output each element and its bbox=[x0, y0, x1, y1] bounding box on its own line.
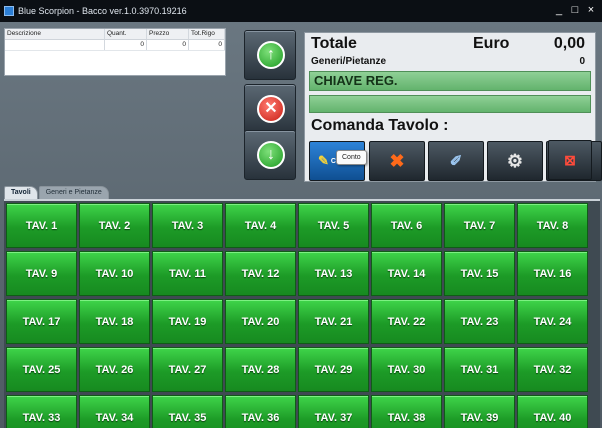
close-button[interactable]: × bbox=[584, 3, 598, 17]
table-button[interactable]: TAV. 18 bbox=[79, 299, 150, 344]
table-button[interactable]: TAV. 32 bbox=[517, 347, 588, 392]
gear-icon: ⚙ bbox=[506, 150, 524, 171]
table-button[interactable]: TAV. 9 bbox=[6, 251, 77, 296]
table-button[interactable]: TAV. 39 bbox=[444, 395, 515, 428]
tab-bar: Tavoli Generi e Pietanze bbox=[4, 186, 110, 200]
settings-button[interactable]: ⚙ bbox=[487, 141, 543, 181]
table-button[interactable]: TAV. 25 bbox=[6, 347, 77, 392]
tools-button[interactable]: ✐ bbox=[428, 141, 484, 181]
table-button[interactable]: TAV. 16 bbox=[517, 251, 588, 296]
table-button[interactable]: TAV. 12 bbox=[225, 251, 296, 296]
arrow-down-icon: ↓ bbox=[257, 141, 285, 169]
tab-generi-pietanze[interactable]: Generi e Pietanze bbox=[38, 186, 109, 200]
conto-tooltip: Conto bbox=[336, 150, 367, 165]
scroll-up-button[interactable]: ↑ bbox=[244, 30, 296, 80]
table-button[interactable]: TAV. 28 bbox=[225, 347, 296, 392]
table-button[interactable]: TAV. 7 bbox=[444, 203, 515, 248]
table-button[interactable]: TAV. 10 bbox=[79, 251, 150, 296]
delete-button[interactable]: ✖ bbox=[369, 141, 425, 181]
column-prezzo: Prezzo bbox=[147, 29, 189, 39]
table-button[interactable]: TAV. 3 bbox=[152, 203, 223, 248]
table-row[interactable]: 0 0 0 bbox=[5, 40, 225, 51]
table-button[interactable]: TAV. 20 bbox=[225, 299, 296, 344]
table-button[interactable]: TAV. 15 bbox=[444, 251, 515, 296]
maximize-button[interactable]: □ bbox=[568, 3, 582, 17]
table-button[interactable]: TAV. 19 bbox=[152, 299, 223, 344]
row-totale-rigo: 0 bbox=[189, 40, 225, 50]
table-button[interactable]: TAV. 36 bbox=[225, 395, 296, 428]
arrow-up-icon: ↑ bbox=[257, 41, 285, 69]
tools-icon: ✐ bbox=[449, 153, 463, 170]
row-prezzo: 0 bbox=[147, 40, 189, 50]
table-button[interactable]: TAV. 6 bbox=[371, 203, 442, 248]
table-button[interactable]: TAV. 29 bbox=[298, 347, 369, 392]
table-button[interactable]: TAV. 5 bbox=[298, 203, 369, 248]
comanda-row: Comanda Tavolo : bbox=[311, 117, 589, 135]
column-descrizione: Descrizione bbox=[5, 29, 105, 39]
table-button[interactable]: TAV. 35 bbox=[152, 395, 223, 428]
generi-label: Generi/Pietanze bbox=[311, 56, 387, 67]
generi-count: 0 bbox=[579, 56, 585, 67]
order-table-header: Descrizione Quant. Prezzo Tot.Rigo bbox=[5, 29, 225, 40]
window-title: Blue Scorpion - Bacco ver.1.0.3970.19216 bbox=[18, 6, 187, 16]
column-totale-rigo: Tot.Rigo bbox=[189, 29, 225, 39]
workspace: Descrizione Quant. Prezzo Tot.Rigo 0 0 0… bbox=[0, 22, 602, 428]
total-row: Totale Euro 0,00 bbox=[311, 35, 589, 53]
chiave-reg-bar: CHIAVE REG. bbox=[309, 71, 591, 91]
tab-tavoli[interactable]: Tavoli bbox=[4, 186, 38, 200]
order-table[interactable]: Descrizione Quant. Prezzo Tot.Rigo 0 0 0 bbox=[4, 28, 226, 76]
status-bar bbox=[309, 95, 591, 113]
table-button[interactable]: TAV. 37 bbox=[298, 395, 369, 428]
table-button[interactable]: TAV. 30 bbox=[371, 347, 442, 392]
total-amount: 0,00 bbox=[553, 35, 585, 52]
window-controls: _ □ × bbox=[552, 3, 598, 17]
table-button[interactable]: TAV. 4 bbox=[225, 203, 296, 248]
table-button[interactable]: TAV. 40 bbox=[517, 395, 588, 428]
comanda-label: Comanda Tavolo : bbox=[311, 117, 449, 134]
table-button[interactable]: TAV. 24 bbox=[517, 299, 588, 344]
tables-grid: TAV. 1 TAV. 2 TAV. 3 TAV. 4 TAV. 5 TAV. 6 TAV.… bbox=[4, 199, 600, 428]
table-button[interactable]: TAV. 31 bbox=[444, 347, 515, 392]
table-button[interactable]: TAV. 11 bbox=[152, 251, 223, 296]
table-button[interactable]: TAV. 17 bbox=[6, 299, 77, 344]
table-button[interactable]: TAV. 14 bbox=[371, 251, 442, 296]
table-button[interactable]: TAV. 8 bbox=[517, 203, 588, 248]
total-label: Totale bbox=[311, 35, 357, 52]
exit-button[interactable]: ⊠ bbox=[548, 140, 592, 180]
table-button[interactable]: TAV. 34 bbox=[79, 395, 150, 428]
receipt-icon: ✎ bbox=[317, 153, 329, 168]
cancel-icon: ✕ bbox=[257, 95, 285, 123]
table-button[interactable]: TAV. 38 bbox=[371, 395, 442, 428]
currency-label: Euro bbox=[473, 35, 510, 52]
table-button[interactable]: TAV. 23 bbox=[444, 299, 515, 344]
table-button[interactable]: TAV. 26 bbox=[79, 347, 150, 392]
row-descrizione bbox=[5, 40, 105, 50]
scroll-down-button[interactable]: ↓ bbox=[244, 130, 296, 180]
table-button[interactable]: TAV. 33 bbox=[6, 395, 77, 428]
delete-icon: ✖ bbox=[389, 150, 405, 171]
exit-icon: ⊠ bbox=[564, 151, 576, 168]
cancel-row-button[interactable]: ✕ bbox=[244, 84, 296, 134]
row-quantita: 0 bbox=[105, 40, 147, 50]
title-bar: Blue Scorpion - Bacco ver.1.0.3970.19216… bbox=[0, 0, 602, 22]
app-icon bbox=[4, 6, 14, 16]
table-button[interactable]: TAV. 13 bbox=[298, 251, 369, 296]
table-button[interactable]: TAV. 22 bbox=[371, 299, 442, 344]
table-button[interactable]: TAV. 2 bbox=[79, 203, 150, 248]
table-button[interactable]: TAV. 21 bbox=[298, 299, 369, 344]
table-button[interactable]: TAV. 27 bbox=[152, 347, 223, 392]
table-button[interactable]: TAV. 1 bbox=[6, 203, 77, 248]
minimize-button[interactable]: _ bbox=[552, 3, 566, 17]
generi-row: Generi/Pietanze 0 bbox=[311, 56, 589, 67]
column-quantita: Quant. bbox=[105, 29, 147, 39]
